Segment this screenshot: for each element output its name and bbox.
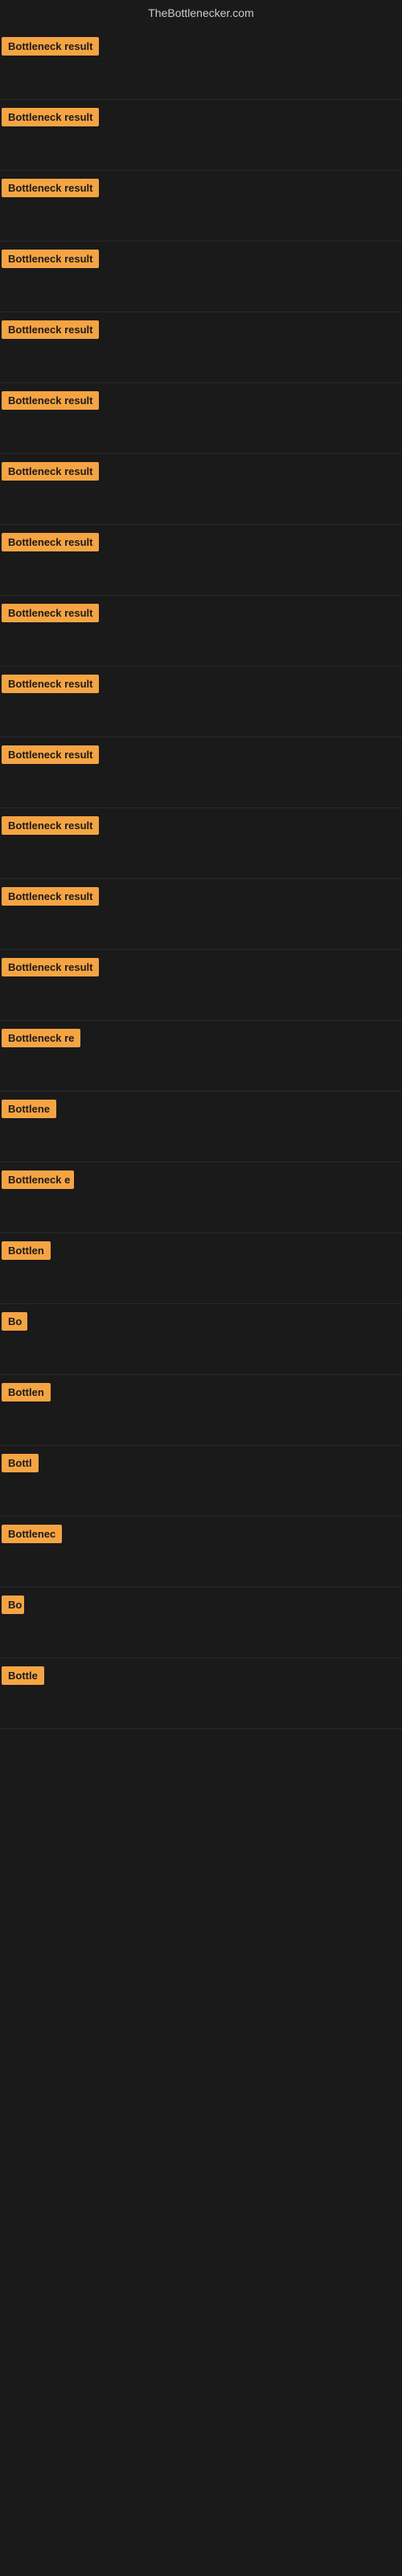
result-row-24: Bottle (0, 1658, 402, 1729)
result-row-17: Bottleneck e (0, 1162, 402, 1233)
bottleneck-label-22[interactable]: Bottlenec (2, 1525, 62, 1543)
bottleneck-label-9[interactable]: Bottleneck result (2, 604, 99, 622)
result-row-7: Bottleneck result (0, 454, 402, 525)
site-title: TheBottlenecker.com (0, 0, 402, 29)
bottleneck-label-15[interactable]: Bottleneck re (2, 1029, 80, 1047)
result-row-22: Bottlenec (0, 1517, 402, 1587)
bottleneck-label-3[interactable]: Bottleneck result (2, 179, 99, 197)
result-row-14: Bottleneck result (0, 950, 402, 1021)
bottleneck-label-1[interactable]: Bottleneck result (2, 37, 99, 56)
result-row-20: Bottlen (0, 1375, 402, 1446)
result-row-3: Bottleneck result (0, 171, 402, 242)
bottleneck-label-6[interactable]: Bottleneck result (2, 391, 99, 410)
result-row-11: Bottleneck result (0, 737, 402, 808)
result-row-1: Bottleneck result (0, 29, 402, 100)
result-row-21: Bottl (0, 1446, 402, 1517)
result-row-19: Bo (0, 1304, 402, 1375)
bottleneck-label-14[interactable]: Bottleneck result (2, 958, 99, 976)
bottleneck-label-11[interactable]: Bottleneck result (2, 745, 99, 764)
bottleneck-label-20[interactable]: Bottlen (2, 1383, 51, 1402)
bottleneck-label-16[interactable]: Bottlene (2, 1100, 56, 1118)
bottleneck-label-17[interactable]: Bottleneck e (2, 1170, 74, 1189)
bottleneck-label-8[interactable]: Bottleneck result (2, 533, 99, 551)
result-row-6: Bottleneck result (0, 383, 402, 454)
bottleneck-label-4[interactable]: Bottleneck result (2, 250, 99, 268)
result-row-13: Bottleneck result (0, 879, 402, 950)
result-row-23: Bo (0, 1587, 402, 1658)
bottleneck-label-24[interactable]: Bottle (2, 1666, 44, 1685)
bottleneck-label-7[interactable]: Bottleneck result (2, 462, 99, 481)
result-row-2: Bottleneck result (0, 100, 402, 171)
result-row-8: Bottleneck result (0, 525, 402, 596)
result-row-5: Bottleneck result (0, 312, 402, 383)
result-row-4: Bottleneck result (0, 242, 402, 312)
bottleneck-label-19[interactable]: Bo (2, 1312, 27, 1331)
bottleneck-label-18[interactable]: Bottlen (2, 1241, 51, 1260)
result-row-9: Bottleneck result (0, 596, 402, 667)
result-row-12: Bottleneck result (0, 808, 402, 879)
result-row-10: Bottleneck result (0, 667, 402, 737)
result-row-16: Bottlene (0, 1092, 402, 1162)
bottleneck-label-10[interactable]: Bottleneck result (2, 675, 99, 693)
bottleneck-label-23[interactable]: Bo (2, 1596, 24, 1614)
bottleneck-label-12[interactable]: Bottleneck result (2, 816, 99, 835)
result-row-15: Bottleneck re (0, 1021, 402, 1092)
bottleneck-label-13[interactable]: Bottleneck result (2, 887, 99, 906)
result-row-18: Bottlen (0, 1233, 402, 1304)
bottleneck-label-2[interactable]: Bottleneck result (2, 108, 99, 126)
bottleneck-label-21[interactable]: Bottl (2, 1454, 39, 1472)
bottleneck-label-5[interactable]: Bottleneck result (2, 320, 99, 339)
